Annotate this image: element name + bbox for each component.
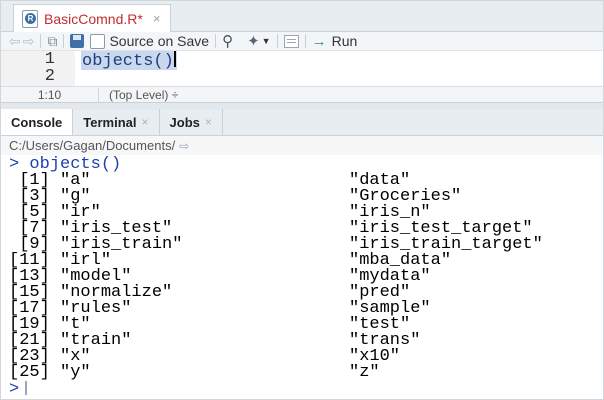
run-label: Run — [331, 33, 358, 49]
console-output[interactable]: > objects() [1] "a" "data" [3] "g" "Grocer… — [1, 155, 603, 399]
file-tab[interactable]: R BasicComnd.R* × — [13, 4, 172, 32]
cursor-position: 1:10 — [1, 87, 99, 102]
line-number-gutter: 1 2 — [1, 51, 75, 86]
tab-console[interactable]: Console — [1, 109, 74, 135]
source-on-save-checkbox[interactable] — [90, 33, 106, 49]
rstudio-window: R BasicComnd.R* × ⇦ ⇨ ⧉ Source on Save ⚲… — [0, 0, 604, 400]
document-outline-icon[interactable] — [283, 34, 299, 48]
tab-jobs-label: Jobs — [169, 114, 200, 130]
input-cursor — [25, 381, 28, 395]
toolbar-divider — [40, 34, 42, 48]
tab-terminal[interactable]: Terminal × — [73, 109, 160, 135]
editor-tab-strip: R BasicComnd.R* × — [1, 1, 603, 32]
r-file-icon: R — [22, 9, 38, 28]
toolbar-divider — [304, 34, 306, 48]
code-editor[interactable]: 1 2 objects() — [1, 51, 603, 86]
object-name: "z" — [349, 363, 380, 382]
save-icon[interactable] — [70, 34, 85, 48]
tab-console-label: Console — [11, 114, 63, 130]
close-icon[interactable]: × — [142, 115, 149, 129]
close-icon[interactable]: × — [205, 115, 212, 129]
code-text: objects() — [82, 52, 174, 71]
text-cursor — [173, 51, 176, 67]
line-number: 2 — [44, 67, 55, 86]
line-number: 1 — [44, 50, 55, 69]
object-name: "y" — [60, 363, 91, 382]
file-tab-label: BasicComnd.R* — [44, 10, 143, 27]
toolbar-divider — [63, 34, 65, 48]
editor-status-bar: 1:10 (Top Level) ÷ — [1, 86, 603, 103]
toolbar-divider — [215, 34, 217, 48]
editor-toolbar: ⇦ ⇨ ⧉ Source on Save ⚲ ✦ ▼ → Run — [1, 32, 603, 51]
forward-arrow-icon[interactable]: ⇨ — [23, 33, 35, 50]
working-directory-path: C:/Users/Gagan/Documents/ — [9, 138, 176, 153]
console-tab-strip: Console Terminal × Jobs × — [1, 109, 603, 136]
scope-selector[interactable]: (Top Level) ÷ — [99, 88, 178, 102]
source-on-save-label: Source on Save — [109, 33, 210, 49]
tab-jobs[interactable]: Jobs × — [160, 109, 223, 135]
console-prompt: > — [9, 380, 20, 399]
close-tab-icon[interactable]: × — [153, 11, 161, 26]
code-line[interactable]: objects() — [81, 51, 177, 70]
run-button[interactable]: → Run — [312, 32, 358, 51]
show-in-window-icon[interactable]: ⧉ — [47, 32, 57, 51]
code-tools-wand-icon[interactable]: ✦ — [247, 32, 260, 50]
console-input-prompt[interactable]: > — [9, 380, 28, 399]
working-directory-bar: C:/Users/Gagan/Documents/ ⇨ — [1, 136, 603, 155]
run-arrow-icon: → — [311, 32, 327, 50]
toolbar-divider — [276, 34, 278, 48]
search-icon[interactable]: ⚲ — [222, 32, 233, 51]
go-to-directory-icon[interactable]: ⇨ — [179, 139, 189, 153]
back-arrow-icon[interactable]: ⇦ — [9, 33, 21, 50]
chevron-down-icon[interactable]: ▼ — [262, 36, 271, 46]
tab-terminal-label: Terminal — [83, 114, 137, 130]
